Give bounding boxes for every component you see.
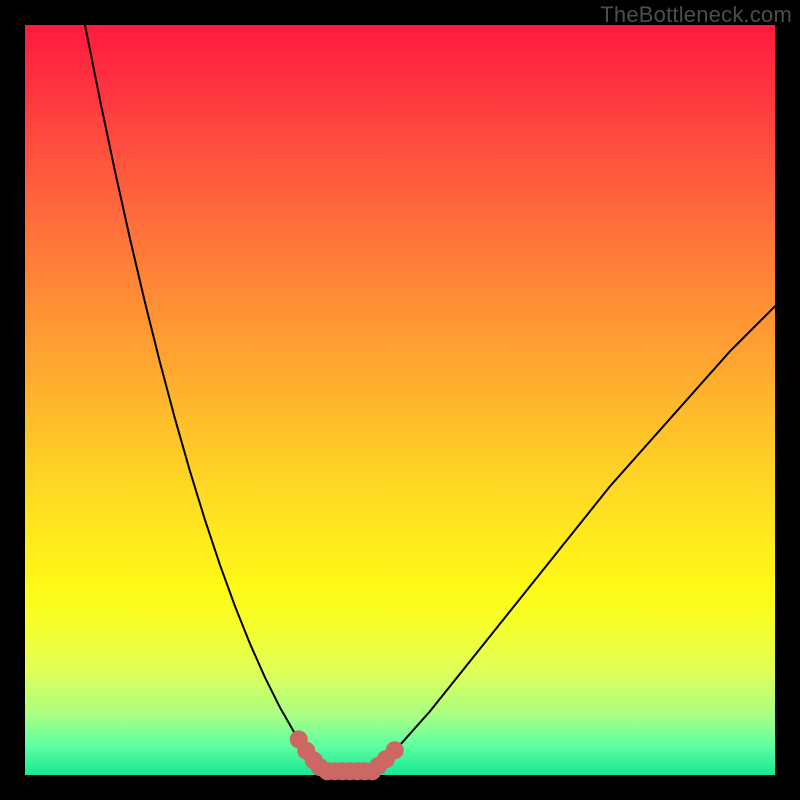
bottleneck-curve [85,25,775,771]
curve-marker [386,741,404,759]
chart-svg [0,0,800,800]
